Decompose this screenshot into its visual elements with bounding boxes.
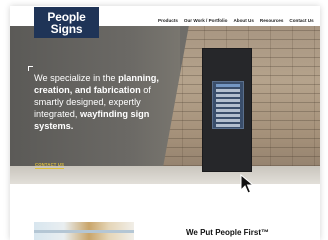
kiosk-screen bbox=[212, 81, 244, 129]
hero-banner: We specialize in the planning, creation,… bbox=[10, 26, 320, 184]
nav-item-contact[interactable]: Contact Us bbox=[289, 18, 313, 23]
mouse-cursor-icon bbox=[240, 174, 254, 194]
nav-item-portfolio[interactable]: Our Work / Portfolio bbox=[184, 18, 228, 23]
main-nav: Products Our Work / Portfolio About Us R… bbox=[158, 16, 320, 24]
logo-line-1: People bbox=[47, 9, 86, 24]
quote-mark-icon bbox=[28, 66, 33, 71]
browser-viewport: Products Our Work / Portfolio About Us R… bbox=[10, 6, 320, 240]
office-photo-thumbnail bbox=[34, 222, 134, 240]
nav-item-about[interactable]: About Us bbox=[233, 18, 253, 23]
hero-tagline: We specialize in the planning, creation,… bbox=[34, 73, 159, 131]
people-signs-logo[interactable]: People Signs bbox=[34, 7, 99, 38]
wayfinding-kiosk-image bbox=[202, 48, 252, 172]
logo-line-2: Signs bbox=[50, 21, 83, 36]
section-heading: We Put People First™ bbox=[186, 228, 269, 237]
contact-us-button[interactable]: CONTACT US bbox=[35, 162, 65, 169]
nav-item-products[interactable]: Products bbox=[158, 18, 178, 23]
nav-item-resources[interactable]: Resources bbox=[260, 18, 284, 23]
